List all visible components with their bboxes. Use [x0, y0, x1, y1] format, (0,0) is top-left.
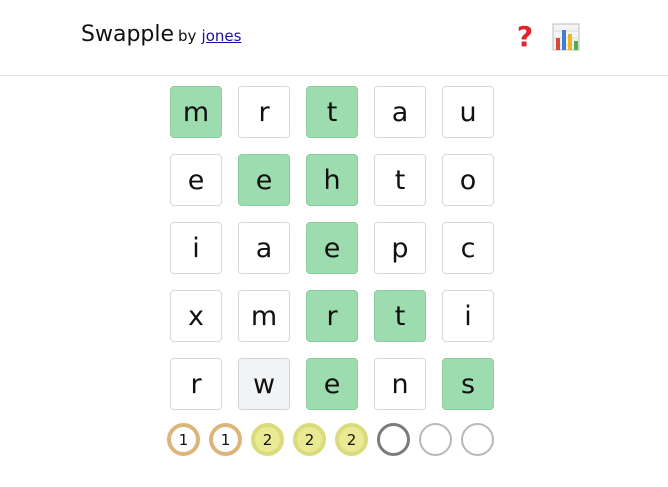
letter-tile[interactable]: r [170, 358, 222, 410]
by-label: by [178, 27, 197, 45]
letter-tile[interactable]: a [238, 222, 290, 274]
letter-tile[interactable]: t [374, 154, 426, 206]
swap-dot [377, 423, 410, 456]
app-title: Swapple by jones [81, 22, 241, 47]
letter-tile[interactable]: r [306, 290, 358, 342]
swap-dot: 1 [209, 423, 242, 456]
letter-tile[interactable]: x [170, 290, 222, 342]
app-header: Swapple by jones ? [0, 0, 668, 76]
letter-tile[interactable]: o [442, 154, 494, 206]
letter-tile[interactable]: p [374, 222, 426, 274]
bar-chart-icon[interactable] [551, 22, 581, 52]
letter-tile[interactable]: i [442, 290, 494, 342]
letter-tile[interactable]: i [170, 222, 222, 274]
game-name: Swapple [81, 22, 175, 47]
letter-tile[interactable]: m [170, 86, 222, 138]
letter-tile[interactable]: c [442, 222, 494, 274]
swap-dot: 2 [335, 423, 368, 456]
swap-dot [461, 423, 494, 456]
letter-tile[interactable]: e [238, 154, 290, 206]
letter-tile[interactable]: t [374, 290, 426, 342]
letter-tile[interactable]: n [374, 358, 426, 410]
swap-dot: 2 [293, 423, 326, 456]
letter-tile[interactable]: u [442, 86, 494, 138]
letter-tile[interactable]: e [306, 222, 358, 274]
letter-tile[interactable]: h [306, 154, 358, 206]
author-link[interactable]: jones [202, 27, 242, 45]
letter-tile[interactable]: e [306, 358, 358, 410]
letter-tile[interactable]: e [170, 154, 222, 206]
letter-tile[interactable]: r [238, 86, 290, 138]
letter-tile[interactable]: a [374, 86, 426, 138]
swap-dot: 2 [251, 423, 284, 456]
letter-tile[interactable]: t [306, 86, 358, 138]
letter-tile[interactable]: w [238, 358, 290, 410]
letter-tile[interactable]: m [238, 290, 290, 342]
swap-counter: 11222 [167, 423, 494, 456]
question-mark-icon[interactable]: ? [510, 22, 540, 52]
swap-dot [419, 423, 452, 456]
letter-grid: mrtaueehtoiaepcxmrtirwens [170, 86, 494, 410]
letter-tile[interactable]: s [442, 358, 494, 410]
swap-dot: 1 [167, 423, 200, 456]
